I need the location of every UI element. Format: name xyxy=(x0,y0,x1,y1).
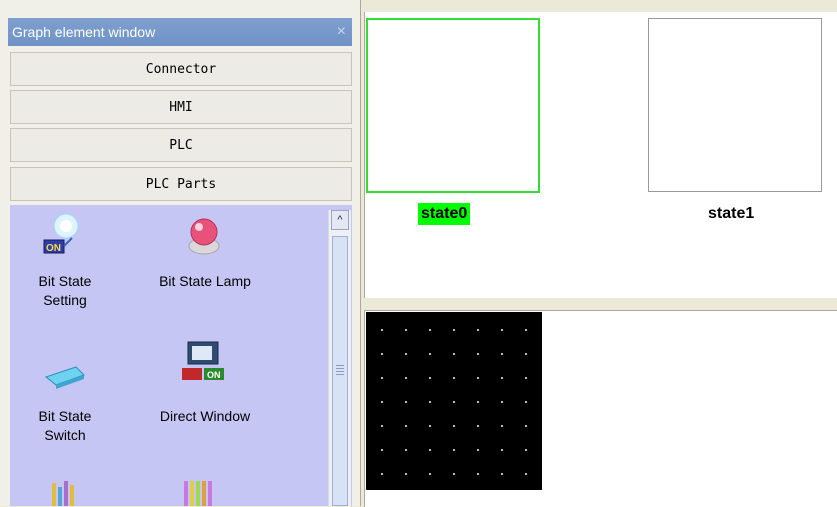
item-direct-window[interactable]: ON Direct Window xyxy=(140,340,270,440)
item-bit-state-lamp[interactable]: Bit State Lamp xyxy=(140,210,270,320)
item-label: Bit State Lamp xyxy=(159,273,251,289)
svg-text:ON: ON xyxy=(46,243,61,254)
bit-state-switch-icon xyxy=(44,366,85,389)
category-plc-button[interactable]: PLC xyxy=(10,128,352,162)
scroll-thumb[interactable] xyxy=(332,236,348,506)
state0-preview[interactable] xyxy=(366,18,540,193)
bit-state-lamp-icon xyxy=(188,218,220,255)
color-bar-icon[interactable] xyxy=(180,479,220,506)
state1-label[interactable]: state1 xyxy=(708,203,754,225)
direct-window-icon: ON xyxy=(182,341,224,380)
item-bit-state-switch[interactable]: Bit State Switch xyxy=(30,355,100,455)
panel-titlebar: Graph element window × xyxy=(8,18,352,46)
svg-text:ON: ON xyxy=(207,370,221,380)
vertical-scrollbar[interactable]: ^ xyxy=(328,210,351,506)
category-hmi-button[interactable]: HMI xyxy=(10,90,352,124)
element-items-area: ON Bit State Setting Bit State Lamp Bit … xyxy=(10,205,352,506)
state0-label[interactable]: state0 xyxy=(418,203,471,225)
item-label: Direct Window xyxy=(159,408,251,424)
horizontal-splitter[interactable] xyxy=(362,298,837,310)
item-label: Bit State Setting xyxy=(38,273,92,308)
scroll-grip-icon xyxy=(336,365,344,375)
state1-preview[interactable] xyxy=(648,18,822,192)
close-icon[interactable]: × xyxy=(337,18,346,46)
item-label: Bit State Switch xyxy=(38,408,92,443)
bit-state-setting-icon: ON xyxy=(43,213,79,254)
category-plc-parts-button[interactable]: PLC Parts xyxy=(10,167,352,201)
item-bit-state-setting[interactable]: ON Bit State Setting xyxy=(30,210,100,320)
panel-title: Graph element window xyxy=(12,24,156,40)
bar-graph-icon[interactable] xyxy=(42,477,82,506)
scroll-up-button[interactable]: ^ xyxy=(331,210,349,230)
category-connector-button[interactable]: Connector xyxy=(10,52,352,86)
grid-edit-area[interactable] xyxy=(366,312,542,490)
